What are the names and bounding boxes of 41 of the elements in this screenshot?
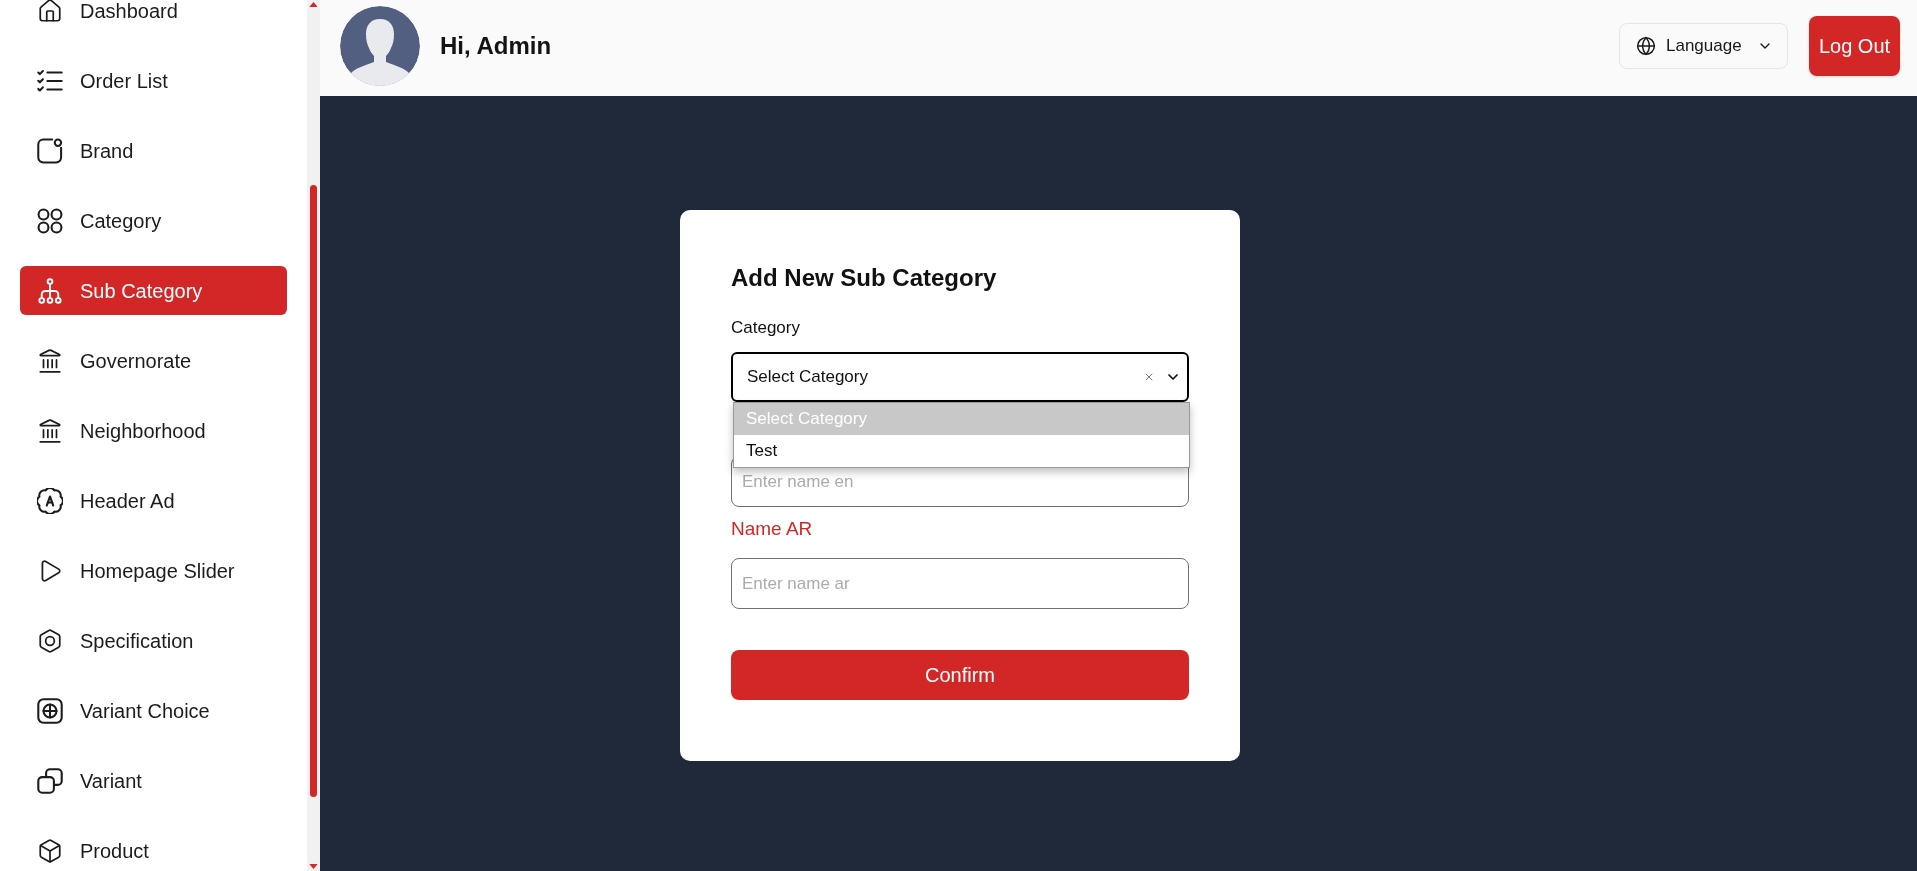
avatar-icon xyxy=(340,6,420,86)
sidebar-item[interactable]: Variant xyxy=(20,756,287,805)
scrollbar-thumb[interactable] xyxy=(310,185,317,797)
sidebar-item[interactable]: Governorate xyxy=(20,336,287,385)
form-title: Add New Sub Category xyxy=(731,264,998,292)
sidebar-item[interactable]: Product xyxy=(20,826,287,871)
bank-icon xyxy=(37,417,63,444)
rounded-square-dot-icon xyxy=(37,137,63,164)
sidebar-item[interactable]: Specification xyxy=(20,616,287,665)
hierarchy-icon xyxy=(37,277,63,304)
triangle-up-icon[interactable] xyxy=(309,2,318,7)
bank-icon xyxy=(37,347,63,374)
sidebar-item[interactable]: Header Ad xyxy=(20,476,287,525)
confirm-button[interactable]: Confirm xyxy=(731,650,1189,700)
category-select[interactable]: Select Category xyxy=(731,352,1189,402)
sidebar-item[interactable]: Category xyxy=(20,196,287,245)
sidebar-item[interactable]: Sub Category xyxy=(20,266,287,315)
field-label: Name AR xyxy=(731,518,813,540)
sidebar-item[interactable]: Neighborhood xyxy=(20,406,287,455)
four-circles-icon xyxy=(37,207,63,234)
hexagon-nut-icon xyxy=(37,627,63,654)
cube-icon xyxy=(37,837,63,864)
sidebar-item[interactable]: Dashboard xyxy=(20,0,287,35)
field-label: Category xyxy=(731,318,800,338)
sidebar-item[interactable]: Brand xyxy=(20,126,287,175)
greeting-heading: Hi, Admin xyxy=(440,31,552,61)
triangle-down-icon[interactable] xyxy=(309,864,318,869)
dropdown-option[interactable]: Test xyxy=(734,435,1189,467)
clear-icon[interactable] xyxy=(1143,371,1155,383)
overlapping-squares-icon xyxy=(37,767,63,794)
square-plus-icon xyxy=(37,697,63,724)
language-dropdown-button[interactable]: Language xyxy=(1619,23,1788,69)
globe-icon xyxy=(1636,36,1656,56)
badge-icon xyxy=(37,487,63,514)
sidebar-item[interactable]: Homepage Slider xyxy=(20,546,287,595)
house-icon xyxy=(37,0,63,24)
logout-button[interactable]: Log Out xyxy=(1809,16,1900,76)
name-ar-input[interactable]: Enter name ar xyxy=(731,558,1189,609)
sidebar-item[interactable]: Order List xyxy=(20,56,287,105)
checklist-icon xyxy=(37,67,63,94)
sidebar-item[interactable]: Variant Choice xyxy=(20,686,287,735)
